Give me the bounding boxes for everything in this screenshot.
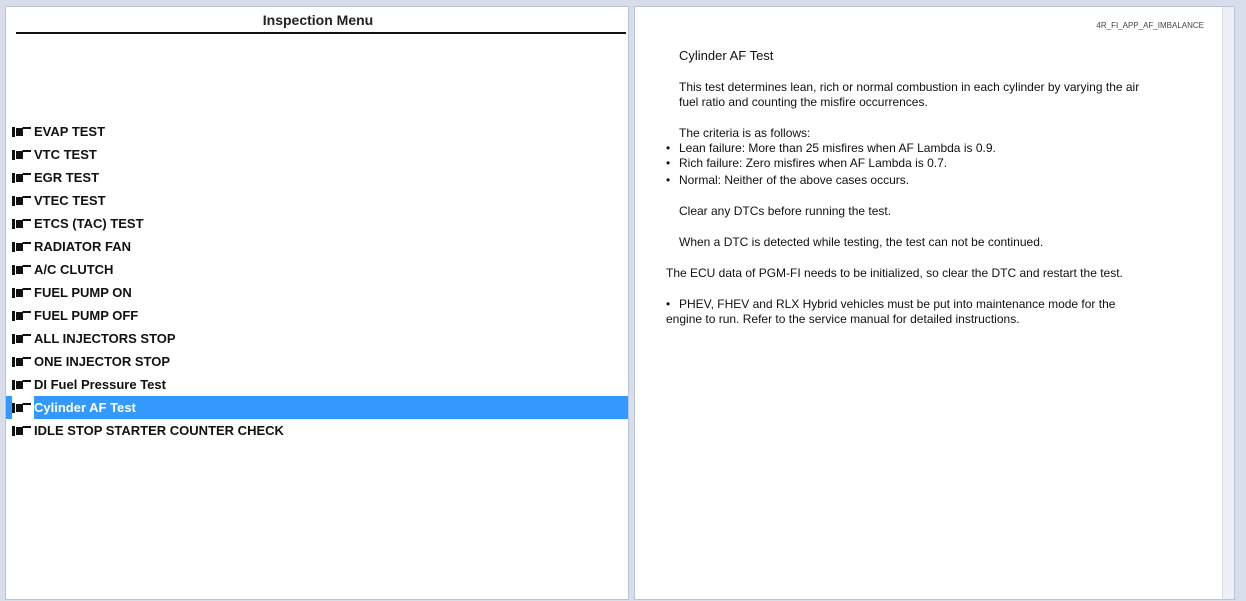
description-line-1: This test determines lean, rich or norma… — [679, 80, 1140, 94]
pointing-hand-icon — [12, 327, 34, 350]
menu-item[interactable]: ALL INJECTORS STOP — [6, 327, 628, 350]
menu-item[interactable]: A/C CLUTCH — [6, 258, 628, 281]
pointing-hand-icon — [12, 304, 34, 327]
menu-item-label: VTC TEST — [34, 147, 97, 162]
bullet-dot: • — [666, 173, 671, 187]
menu-title: Inspection Menu — [262, 12, 374, 28]
bullet-dot: • — [666, 156, 671, 170]
menu-item[interactable]: Cylinder AF Test — [6, 396, 628, 419]
pointing-hand-icon — [12, 189, 34, 212]
menu-item-label: Cylinder AF Test — [34, 400, 136, 415]
menu-item-label: FUEL PUMP ON — [34, 285, 132, 300]
pointing-hand-icon — [12, 396, 34, 419]
criteria-item: • Lean failure: More than 25 misfires whe… — [666, 141, 1206, 155]
menu-title-divider — [16, 32, 626, 34]
description-line-2: fuel ratio and counting the misfire occu… — [679, 95, 928, 109]
menu-item[interactable]: FUEL PUMP OFF — [6, 304, 628, 327]
pointing-hand-icon — [12, 281, 34, 304]
menu-item-label: ALL INJECTORS STOP — [34, 331, 176, 346]
pointing-hand-icon — [12, 212, 34, 235]
hybrid-note: • PHEV, FHEV and RLX Hybrid vehicles must… — [666, 297, 1206, 311]
criteria-text: Lean failure: More than 25 misfires when… — [679, 141, 996, 155]
menu-item-label: EVAP TEST — [34, 124, 106, 139]
document-id: 4R_FI_APP_AF_IMBALANCE — [1096, 21, 1204, 30]
bullet-dot: • — [666, 297, 671, 311]
app-window: Inspection Menu EVAP TEST VTC TEST EGR TES… — [0, 0, 1246, 601]
pointing-hand-icon — [12, 419, 34, 442]
menu-item-label: A/C CLUTCH — [34, 262, 114, 277]
criteria-item: • Normal: Neither of the above cases occu… — [666, 173, 1206, 187]
hybrid-note-line-1: PHEV, FHEV and RLX Hybrid vehicles must … — [679, 297, 1116, 311]
pointing-hand-icon — [12, 120, 34, 143]
inspection-menu-list: EVAP TEST VTC TEST EGR TEST VTEC TEST ETCS (… — [6, 120, 628, 442]
menu-item[interactable]: ETCS (TAC) TEST — [6, 212, 628, 235]
test-heading: Cylinder AF Test — [679, 48, 774, 63]
menu-item[interactable]: IDLE STOP STARTER COUNTER CHECK — [6, 419, 628, 442]
menu-item-label: EGR TEST — [34, 170, 100, 185]
menu-item[interactable]: VTC TEST — [6, 143, 628, 166]
inspection-menu-panel: Inspection Menu EVAP TEST VTC TEST EGR TES… — [5, 6, 629, 600]
bullet-dot: • — [666, 141, 671, 155]
pointing-hand-icon — [12, 350, 34, 373]
pointing-hand-icon — [12, 143, 34, 166]
test-description-panel: 4R_FI_APP_AF_IMBALANCE Cylinder AF Test … — [634, 6, 1235, 600]
menu-item-label: DI Fuel Pressure Test — [34, 377, 166, 392]
menu-item-label: FUEL PUMP OFF — [34, 308, 139, 323]
dtc-detected-note: When a DTC is detected while testing, th… — [679, 235, 1044, 249]
vertical-scrollbar[interactable] — [1222, 7, 1234, 599]
criteria-text: Normal: Neither of the above cases occur… — [679, 173, 910, 187]
pointing-hand-icon — [12, 373, 34, 396]
ecu-note: The ECU data of PGM-FI needs to be initi… — [666, 266, 1123, 280]
pointing-hand-icon — [12, 235, 34, 258]
menu-item-label: VTEC TEST — [34, 193, 106, 208]
menu-item-label: RADIATOR FAN — [34, 239, 132, 254]
pointing-hand-icon — [12, 258, 34, 281]
criteria-intro: The criteria is as follows: — [679, 126, 811, 140]
menu-item[interactable]: RADIATOR FAN — [6, 235, 628, 258]
menu-item[interactable]: VTEC TEST — [6, 189, 628, 212]
menu-item[interactable]: EVAP TEST — [6, 120, 628, 143]
menu-item[interactable]: EGR TEST — [6, 166, 628, 189]
menu-item[interactable]: DI Fuel Pressure Test — [6, 373, 628, 396]
menu-item-label: ETCS (TAC) TEST — [34, 216, 144, 231]
menu-item[interactable]: FUEL PUMP ON — [6, 281, 628, 304]
clear-dtc-note: Clear any DTCs before running the test. — [679, 204, 892, 218]
menu-item-label: ONE INJECTOR STOP — [34, 354, 171, 369]
criteria-item: • Rich failure: Zero misfires when AF Lam… — [666, 156, 1206, 170]
menu-item[interactable]: ONE INJECTOR STOP — [6, 350, 628, 373]
pointing-hand-icon — [12, 166, 34, 189]
criteria-text: Rich failure: Zero misfires when AF Lamb… — [679, 156, 948, 170]
hybrid-note-line-2: engine to run. Refer to the service manu… — [666, 312, 1020, 326]
menu-item-label: IDLE STOP STARTER COUNTER CHECK — [34, 423, 284, 438]
